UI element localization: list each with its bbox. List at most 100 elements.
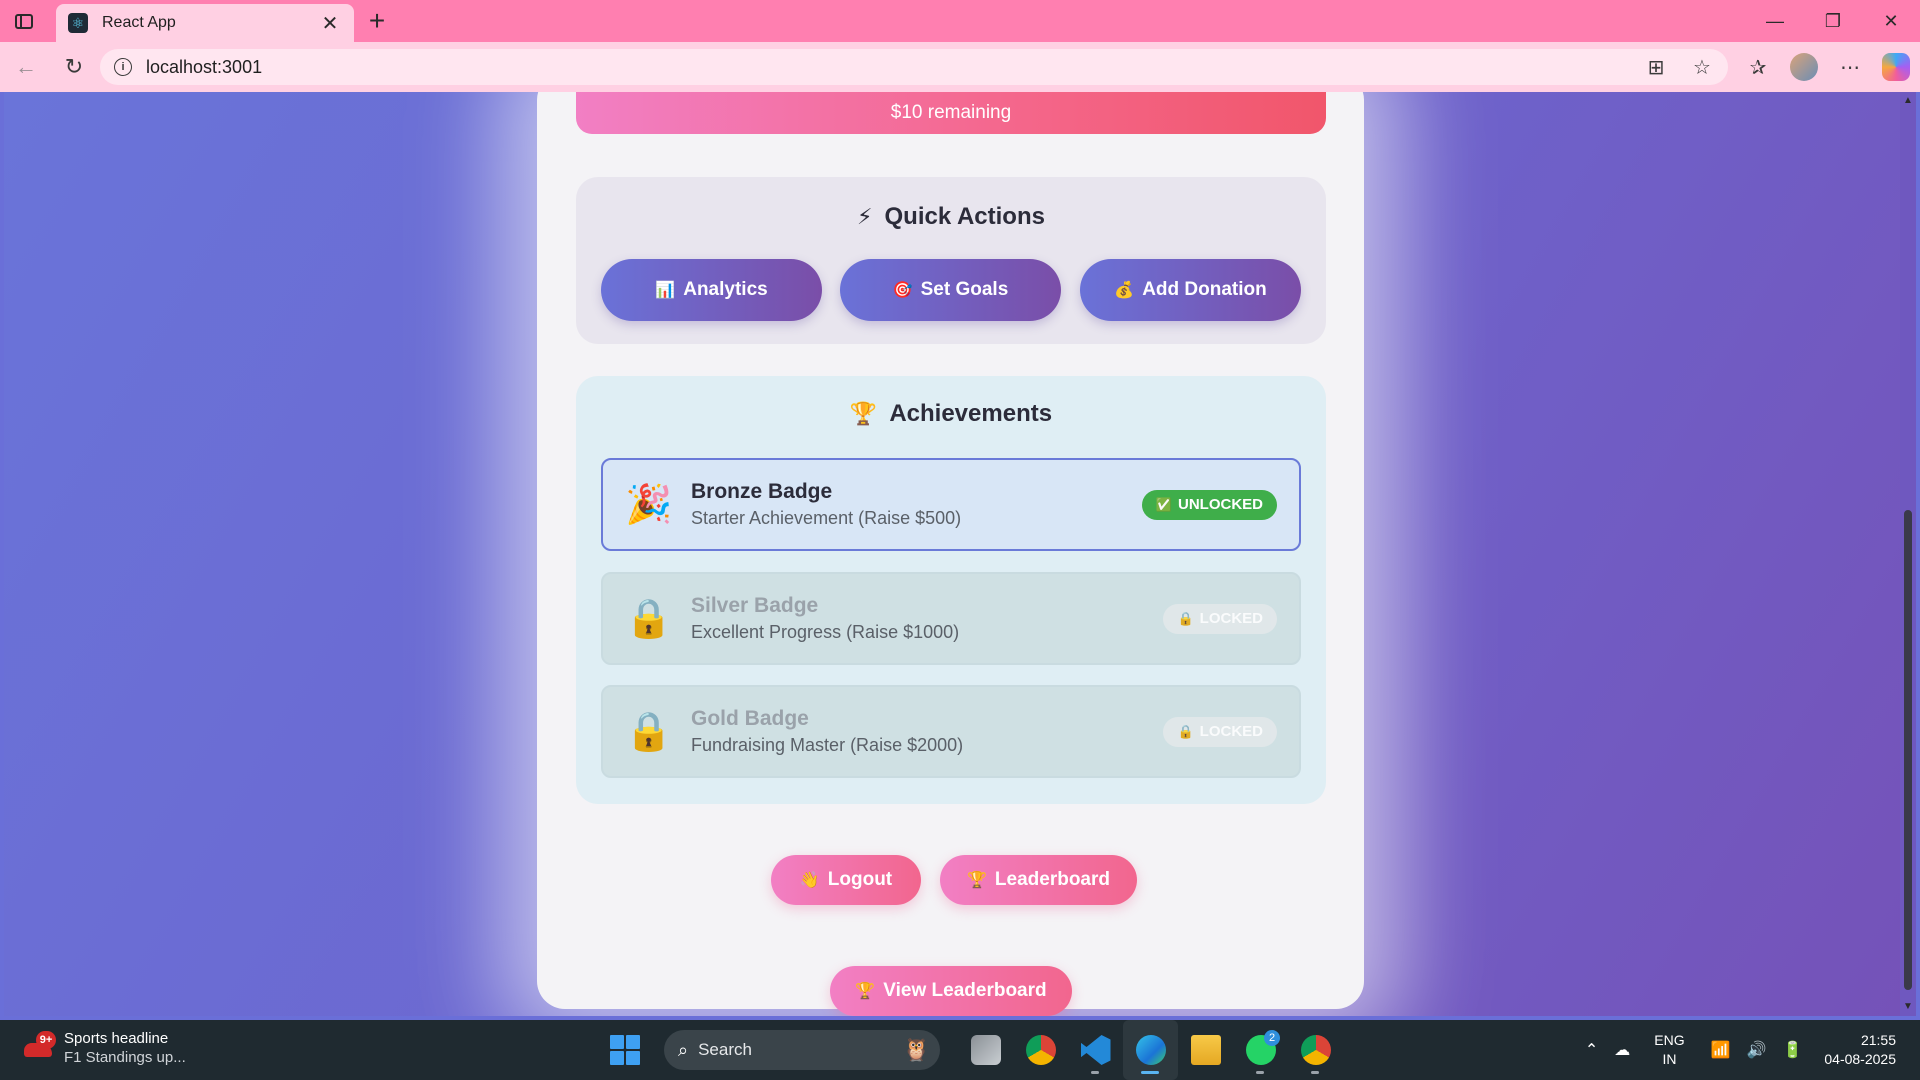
refresh-button[interactable]: ↻	[52, 45, 96, 89]
time: 21:55	[1860, 1032, 1896, 1048]
url-field[interactable]: i localhost:3001	[100, 49, 1728, 85]
task-view-icon	[970, 1035, 1001, 1065]
more-options-icon[interactable]: ⋯	[1828, 45, 1872, 89]
dashboard-card: $10 remaining ⚡ Quick Actions 📊 Analytics …	[537, 92, 1364, 1009]
chrome-app[interactable]	[1013, 1020, 1068, 1080]
search-label: Search	[698, 1040, 752, 1059]
scroll-down-icon[interactable]: ▼	[1903, 1002, 1913, 1012]
achievements-title: 🏆 Achievements	[849, 400, 1053, 427]
badge-name: Bronze Badge	[691, 480, 833, 503]
analytics-button[interactable]: 📊 Analytics	[601, 259, 822, 321]
lock-icon: 🔒	[625, 597, 673, 640]
vscode-app[interactable]	[1068, 1020, 1123, 1080]
sidebar-icon	[15, 13, 33, 29]
copilot-icon	[1882, 53, 1910, 81]
onedrive-cloud-icon[interactable]: ☁	[1614, 1040, 1630, 1060]
quick-actions-title: ⚡ Quick Actions	[857, 203, 1045, 230]
page-viewport: $10 remaining ⚡ Quick Actions 📊 Analytics …	[4, 92, 1916, 1016]
address-bar-row: ← ↻ i localhost:3001 ⊞ ☆ ✰ ⋯	[0, 42, 1920, 92]
windows-taskbar: 9+ Sports headline F1 Standings up... ⌕ …	[0, 1020, 1920, 1080]
view-leaderboard-button[interactable]: 🏆 View Leaderboard	[830, 966, 1072, 1016]
lock-icon: 🔒	[625, 710, 673, 753]
chevron-up-icon[interactable]: ⌃	[1585, 1040, 1598, 1060]
chrome-icon	[1025, 1035, 1056, 1065]
bronze-badge-row: 🎉 Bronze Badge Starter Achievement (Rais…	[601, 458, 1301, 551]
trophy-icon: 🏆	[849, 401, 878, 426]
close-window-button[interactable]: ✕	[1862, 0, 1920, 42]
avatar	[1790, 53, 1818, 81]
remaining-banner: $10 remaining	[576, 92, 1326, 134]
app-available-icon[interactable]: ⊞	[1634, 45, 1678, 89]
search-highlight-icon: 🦉	[902, 1037, 930, 1062]
waving-hand-icon: 👋	[799, 872, 820, 889]
achievements-section: 🏆 Achievements 🎉 Bronze Badge Starter Ach…	[576, 376, 1326, 804]
news-icon: 9+	[24, 1031, 56, 1063]
remaining-text: $10 remaining	[890, 102, 1012, 123]
silver-badge-row: 🔒 Silver Badge Excellent Progress (Raise…	[601, 572, 1301, 665]
set-goals-button[interactable]: 🎯 Set Goals	[840, 259, 1061, 321]
lock-icon: 🔒	[1177, 610, 1194, 626]
windows-start-icon[interactable]	[610, 1035, 640, 1065]
sidebar-toggle-button[interactable]	[0, 0, 48, 42]
scrollbar-thumb[interactable]	[1904, 510, 1912, 990]
page-scrollbar[interactable]: ▲ ▼	[1900, 92, 1916, 1016]
system-tray: ⌃ ☁ ENG IN 📶 🔊 🔋 21:55 04-08-2025	[1585, 1020, 1920, 1080]
news-title: Sports headline	[64, 1030, 169, 1047]
clock[interactable]: 21:55 04-08-2025	[1824, 1031, 1896, 1069]
check-icon: ✅	[1155, 496, 1172, 512]
date: 04-08-2025	[1824, 1051, 1896, 1067]
wifi-icon[interactable]: 📶	[1711, 1040, 1731, 1060]
edge-icon	[1135, 1035, 1166, 1065]
chrome-icon	[1300, 1035, 1331, 1065]
logout-button[interactable]: 👋 Logout	[771, 855, 921, 905]
whatsapp-count: 2	[1264, 1030, 1280, 1046]
badge-name: Silver Badge	[691, 594, 819, 617]
profile-button[interactable]	[1782, 45, 1826, 89]
close-tab-icon[interactable]: ✕	[318, 11, 342, 36]
back-button[interactable]: ←	[4, 45, 48, 89]
badge-description: Starter Achievement (Raise $500)	[691, 508, 962, 528]
leaderboard-button[interactable]: 🏆 Leaderboard	[940, 855, 1137, 905]
badge-description: Fundraising Master (Raise $2000)	[691, 735, 964, 755]
restore-button[interactable]: ❐	[1804, 0, 1862, 42]
copilot-button[interactable]	[1874, 45, 1918, 89]
party-popper-icon: 🎉	[625, 483, 673, 526]
minimize-button[interactable]: —	[1746, 0, 1804, 42]
task-view-button[interactable]	[958, 1020, 1013, 1080]
status-badge: ✅ UNLOCKED	[1141, 489, 1277, 520]
favorite-star-icon[interactable]: ☆	[1680, 45, 1724, 89]
add-donation-button[interactable]: 💰 Add Donation	[1080, 259, 1301, 321]
tab-title: React App	[102, 14, 176, 31]
battery-icon[interactable]: 🔋	[1782, 1040, 1802, 1060]
favorites-icon[interactable]: ✰	[1736, 45, 1780, 89]
lock-icon: 🔒	[1177, 723, 1194, 739]
chart-icon: 📊	[655, 282, 676, 299]
status-badge: 🔒 LOCKED	[1163, 716, 1277, 747]
chrome-profile-app[interactable]	[1288, 1020, 1343, 1080]
language-indicator[interactable]: ENG IN	[1654, 1031, 1684, 1069]
volume-icon[interactable]: 🔊	[1747, 1040, 1767, 1060]
money-bag-icon: 💰	[1114, 282, 1135, 299]
quick-actions-section: ⚡ Quick Actions 📊 Analytics 🎯 Set Goals 💰 Ad…	[576, 177, 1326, 344]
news-subtitle: F1 Standings up...	[64, 1049, 186, 1066]
edge-app[interactable]	[1123, 1020, 1178, 1080]
whatsapp-app[interactable]: 2	[1233, 1020, 1288, 1080]
browser-toolbar: ⊞ ☆ ✰ ⋯	[1634, 42, 1920, 92]
file-explorer-app[interactable]	[1178, 1020, 1233, 1080]
news-widget[interactable]: 9+ Sports headline F1 Standings up...	[24, 1030, 186, 1066]
browser-tab-bar: ⚛ React App ✕ + — ❐ ✕	[0, 0, 1920, 42]
status-badge: 🔒 LOCKED	[1163, 603, 1277, 634]
url-text: localhost:3001	[146, 56, 263, 77]
scroll-up-icon[interactable]: ▲	[1903, 96, 1913, 106]
news-badge: 9+	[36, 1031, 56, 1049]
new-tab-button[interactable]: +	[362, 5, 392, 36]
badge-name: Gold Badge	[691, 707, 809, 730]
gold-badge-row: 🔒 Gold Badge Fundraising Master (Raise $…	[601, 685, 1301, 778]
info-icon[interactable]: i	[114, 58, 132, 76]
trophy-icon: 🏆	[855, 983, 876, 1000]
browser-tab[interactable]: ⚛ React App ✕	[56, 4, 354, 42]
taskbar-apps: ⌕ Search 🦉 2	[610, 1020, 1343, 1080]
window-controls: — ❐ ✕	[1746, 0, 1920, 42]
trophy-icon: 🏆	[966, 872, 987, 889]
taskbar-search[interactable]: ⌕ Search 🦉	[664, 1030, 940, 1070]
